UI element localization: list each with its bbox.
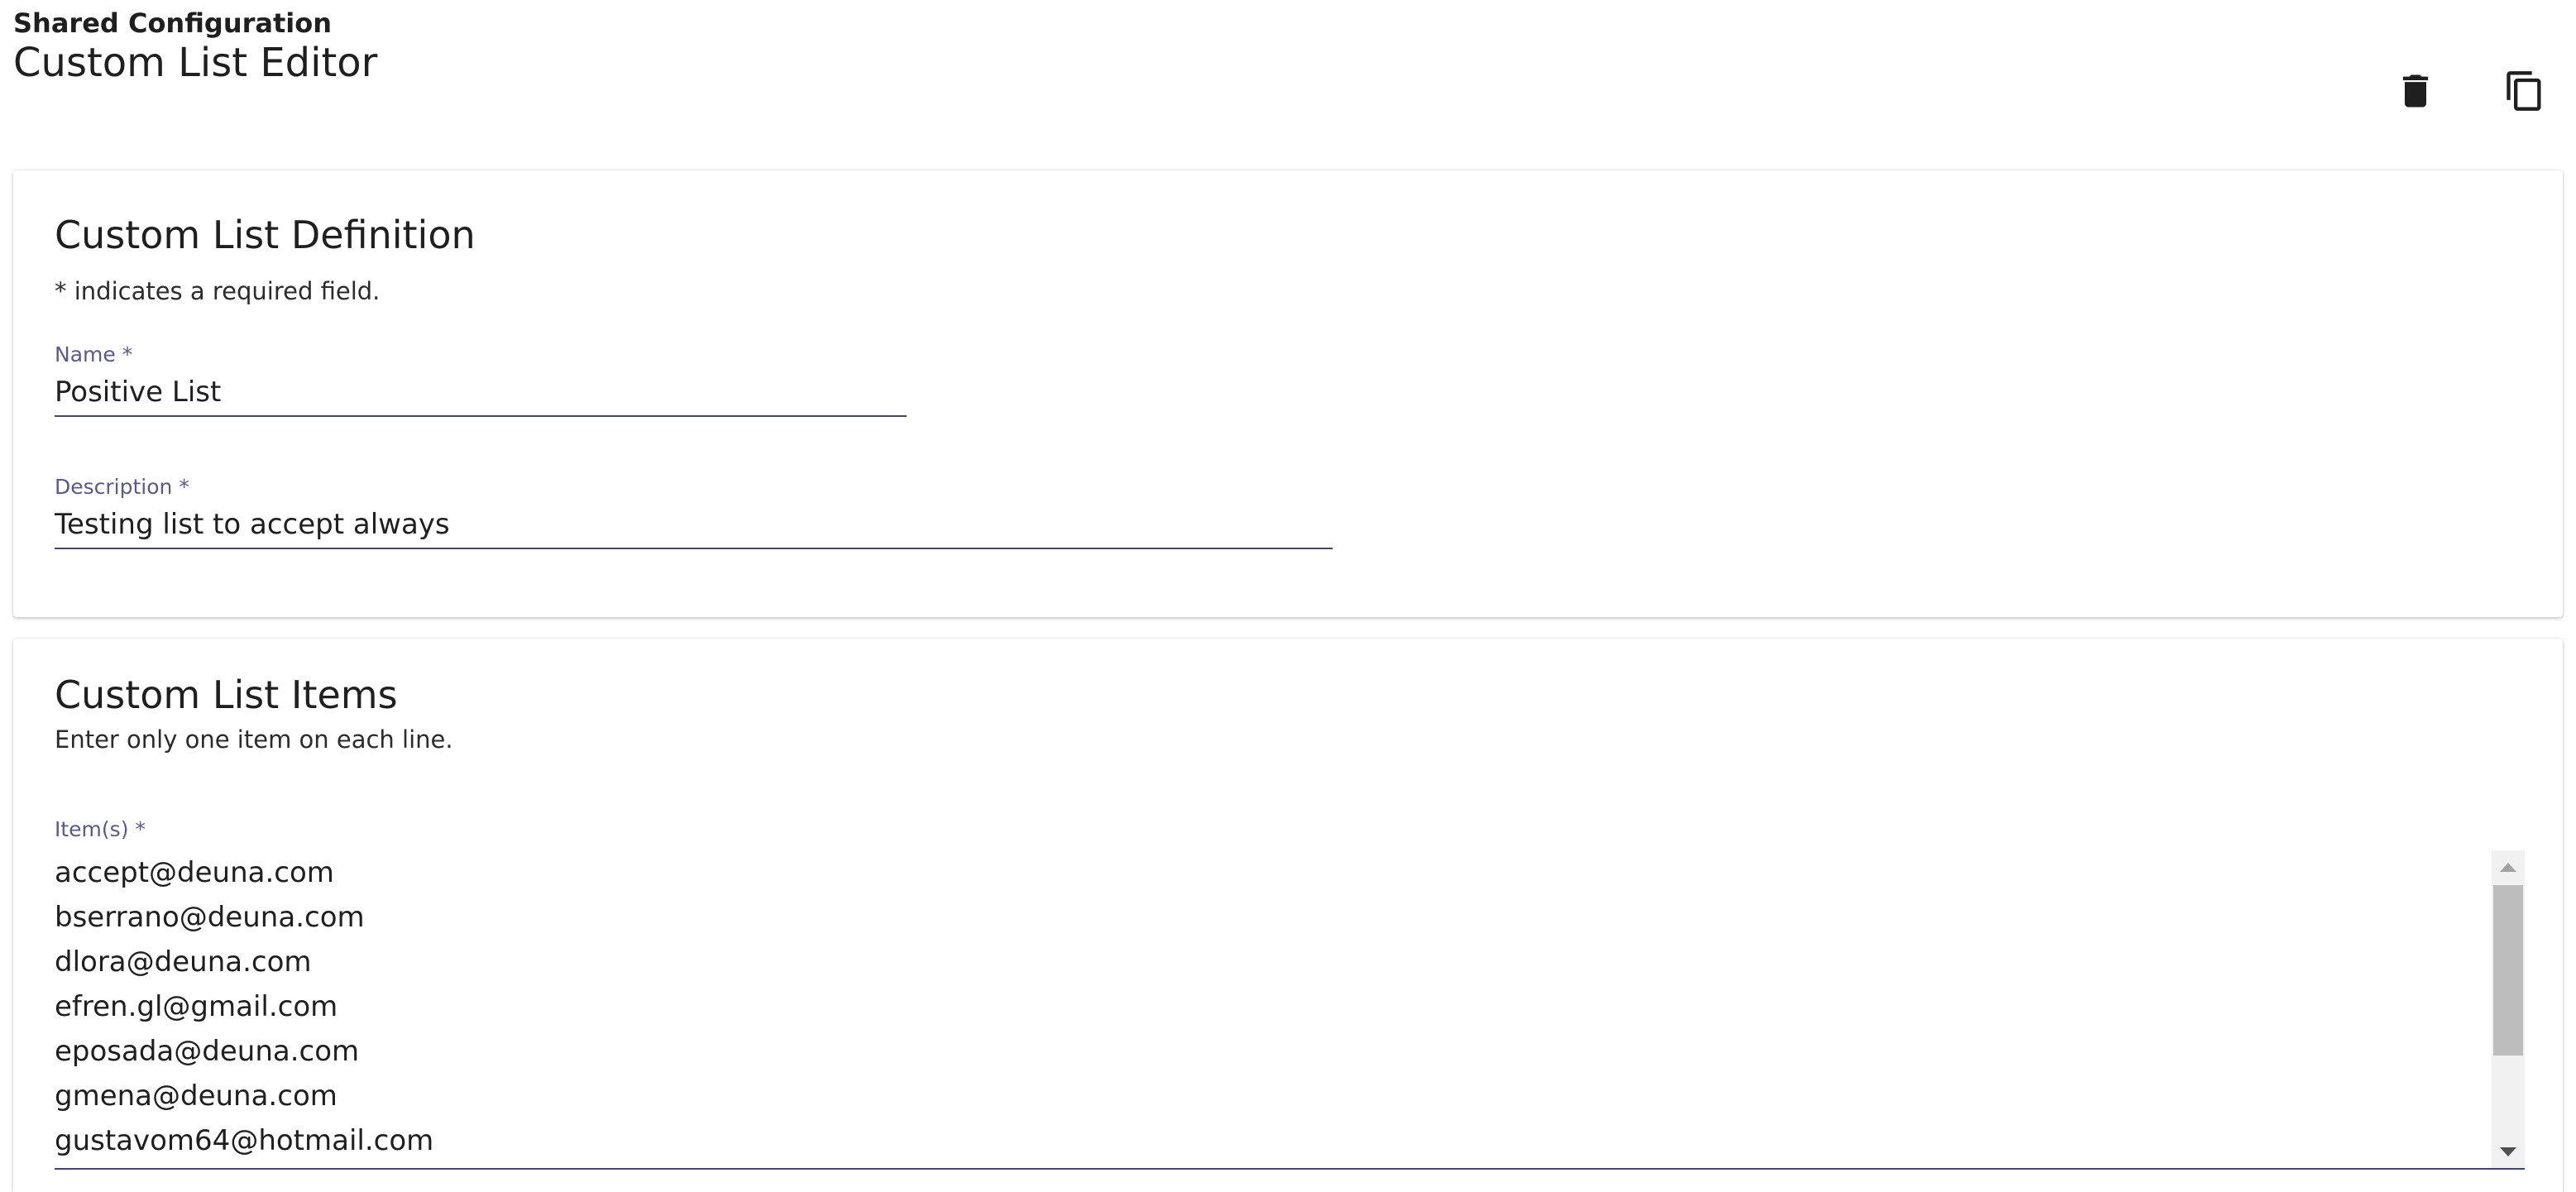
scroll-down-button[interactable]: [2492, 1135, 2525, 1168]
scroll-thumb[interactable]: [2493, 885, 2523, 1056]
definition-title: Custom List Definition: [55, 213, 476, 257]
description-field: Description *: [55, 475, 1333, 549]
list-item: gustavom64@hotmail.com: [55, 1124, 434, 1157]
list-item: efren.gl@gmail.com: [55, 990, 338, 1023]
page-header: Shared Configuration Custom List Editor: [13, 7, 2563, 156]
page-title: Custom List Editor: [13, 40, 378, 86]
arrow-up-icon: [2500, 862, 2516, 872]
items-field: Item(s) * accept@deuna.com bserrano@deun…: [55, 817, 2525, 1170]
custom-list-definition-card: Custom List Definition * indicates a req…: [13, 170, 2563, 617]
description-label: Description *: [55, 475, 189, 499]
list-item: accept@deuna.com: [55, 856, 334, 889]
items-textarea[interactable]: accept@deuna.com bserrano@deuna.com dlor…: [55, 850, 2525, 1170]
copy-icon: [2507, 71, 2541, 111]
items-hint: Enter only one item on each line.: [55, 725, 453, 754]
delete-button[interactable]: [2386, 61, 2445, 121]
copy-button[interactable]: [2495, 61, 2554, 121]
items-list: accept@deuna.com bserrano@deuna.com dlor…: [55, 850, 2478, 1163]
breadcrumb: Shared Configuration: [13, 7, 333, 39]
items-label: Item(s) *: [55, 817, 146, 841]
name-field: Name *: [55, 342, 907, 417]
items-scrollbar[interactable]: [2492, 850, 2525, 1168]
scroll-up-button[interactable]: [2492, 850, 2525, 883]
custom-list-items-card: Custom List Items Enter only one item on…: [13, 639, 2563, 1192]
name-label: Name *: [55, 342, 133, 366]
trash-icon: [2402, 74, 2429, 108]
required-field-hint: * indicates a required field.: [55, 277, 381, 305]
list-item: bserrano@deuna.com: [55, 901, 365, 934]
list-item: eposada@deuna.com: [55, 1035, 360, 1068]
items-title: Custom List Items: [55, 673, 398, 717]
list-item: gmena@deuna.com: [55, 1080, 338, 1113]
description-input[interactable]: [55, 506, 1333, 549]
name-input[interactable]: [55, 374, 907, 417]
arrow-down-icon: [2500, 1147, 2516, 1156]
list-item: dlora@deuna.com: [55, 945, 312, 979]
header-actions: [2386, 61, 2554, 121]
